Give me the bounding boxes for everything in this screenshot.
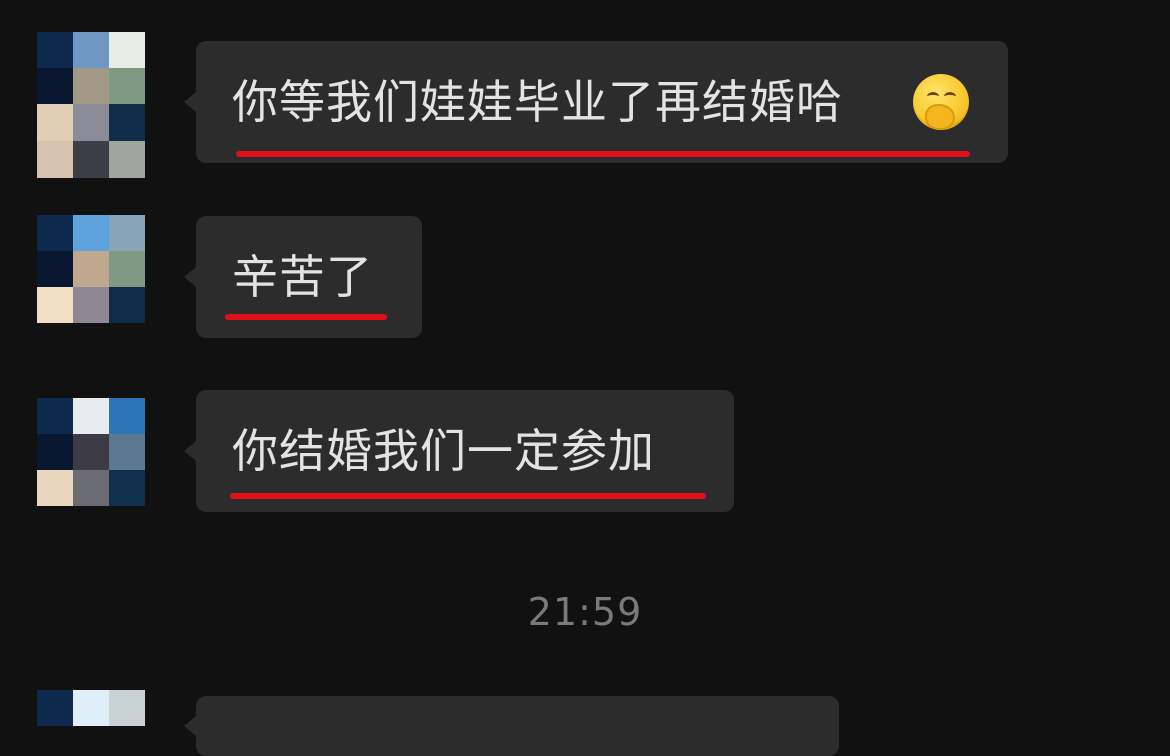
- avatar-pixel: [73, 32, 109, 68]
- avatar-pixel: [73, 470, 109, 506]
- avatar-pixel: [109, 690, 145, 726]
- avatar[interactable]: [37, 215, 145, 324]
- avatar-pixel: [37, 104, 73, 141]
- avatar-pixel: [73, 690, 109, 726]
- avatar[interactable]: [37, 398, 145, 507]
- avatar-pixel: [73, 141, 109, 178]
- avatar-pixel: [37, 287, 73, 323]
- avatar-pixel: [109, 251, 145, 287]
- avatar-pixel: [109, 470, 145, 506]
- avatar[interactable]: [37, 690, 145, 731]
- avatar-pixel: [109, 68, 145, 104]
- message-text: 你结婚我们一定参加: [232, 424, 655, 478]
- avatar-pixel: [37, 215, 73, 251]
- avatar-pixel: [109, 287, 145, 323]
- red-underline-annotation: [236, 151, 970, 157]
- red-underline-annotation: [225, 314, 387, 320]
- avatar-pixel: [73, 434, 109, 470]
- avatar-pixel: [37, 68, 73, 104]
- avatar-pixel: [109, 104, 145, 141]
- avatar[interactable]: [37, 32, 145, 178]
- avatar-pixel: [109, 434, 145, 470]
- avatar-pixel: [37, 434, 73, 470]
- hand-over-mouth-emoji-icon: [913, 74, 969, 130]
- avatar-pixel: [73, 104, 109, 141]
- avatar-pixel: [73, 215, 109, 251]
- avatar-pixel: [109, 141, 145, 178]
- avatar-pixel: [73, 251, 109, 287]
- message-text: 你等我们娃娃毕业了再结婚哈: [232, 75, 843, 129]
- avatar-pixel: [37, 32, 73, 68]
- avatar-pixel: [37, 470, 73, 506]
- avatar-pixel: [37, 141, 73, 178]
- red-underline-annotation: [230, 493, 706, 499]
- avatar-pixel: [73, 68, 109, 104]
- avatar-pixel: [37, 398, 73, 434]
- avatar-pixel: [37, 690, 73, 726]
- message-text: 辛苦了: [232, 250, 373, 304]
- chat-timestamp: 21:59: [527, 590, 643, 634]
- avatar-pixel: [109, 398, 145, 434]
- avatar-pixel: [109, 32, 145, 68]
- message-bubble[interactable]: 你等我们娃娃毕业了再结婚哈: [184, 41, 1008, 163]
- avatar-pixel: [73, 287, 109, 323]
- avatar-pixel: [73, 398, 109, 434]
- avatar-pixel: [109, 215, 145, 251]
- message-bubble[interactable]: [184, 696, 839, 756]
- avatar-pixel: [37, 251, 73, 287]
